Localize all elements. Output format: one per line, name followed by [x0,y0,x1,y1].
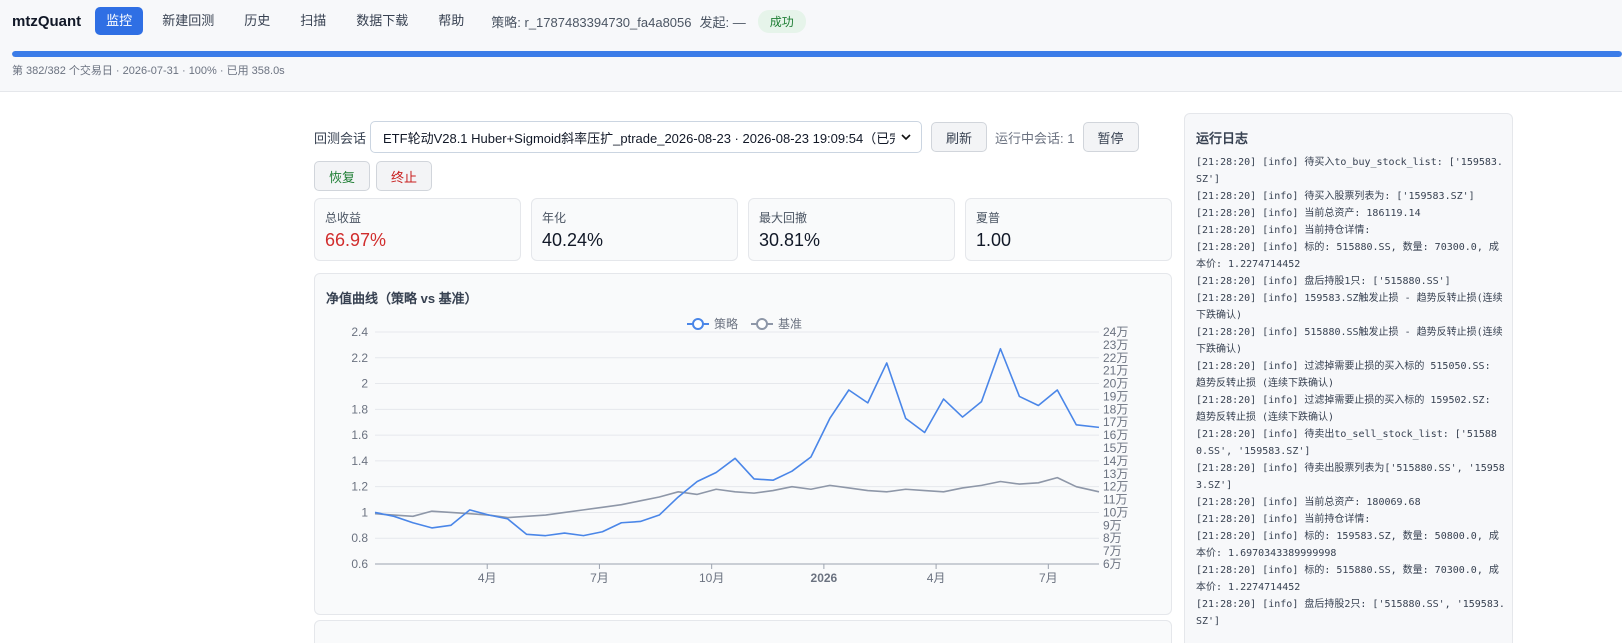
y-tick-label: 0.6 [351,557,368,571]
y-tick-label: 1 [361,505,368,519]
metric-value: 40.24% [542,230,604,250]
progress-text: 第 382/382 个交易日 · 2026-07-31 · 100% · 已用 … [12,65,285,77]
metric-total-return: 总收益 66.97% [314,198,521,261]
log-line: [21:28:20] [info] 标的: 515880.SS, 数量: 703… [1196,565,1499,593]
log-line: [21:28:20] [info] 过滤掉需要止损的买入标的 159502.SZ… [1196,395,1497,423]
metric-label: 年化 [542,211,567,225]
log-line: [21:28:20] [info] 当前持仓详情: [1196,514,1371,525]
launched-info: 发起: — [699,14,746,30]
log-line: [21:28:20] [info] 当前总资产: 186119.14 [1196,208,1421,219]
metric-label: 最大回撤 [759,211,808,225]
log-list[interactable]: [21:28:20] [info] 待买入to_buy_stock_list: … [1196,154,1506,630]
session-select[interactable]: ETF轮动V28.1 Huber+Sigmoid斜率压扩_ptrade_2026… [370,121,923,153]
progress-fill [12,51,1622,57]
y-tick-label: 1.4 [351,454,368,468]
series-line-strategy [374,347,1100,537]
y2-tick-label: 16万 [1103,428,1128,442]
y2-tick-label: 6万 [1103,557,1122,571]
y2-tick-label: 7万 [1103,544,1122,558]
progress-bar [12,51,1622,57]
nav-scan[interactable]: 扫描 [289,7,337,35]
log-line: [21:28:20] [info] 盘后持股1只: ['515880.SS'] [1196,276,1451,287]
y2-tick-label: 17万 [1103,415,1128,429]
legend-label: 基准 [778,317,802,331]
x-tick-label: 2026 [811,571,838,585]
x-tick-label: 7月 [1039,571,1058,585]
top-bar: mtzQuant 监控 新建回测 历史 扫描 数据下载 帮助 策略: r_178… [0,0,1622,92]
y2-tick-label: 8万 [1103,531,1122,545]
resume-button[interactable]: 恢复 [314,161,371,191]
y-tick-label: 1.2 [351,480,368,494]
stop-button[interactable]: 终止 [376,161,433,191]
log-line: [21:28:20] [info] 待卖出股票列表为['515880.SS', … [1196,463,1505,491]
y-tick-label: 2 [361,377,368,391]
log-line: [21:28:20] [info] 待买入股票列表为: ['159583.SZ'… [1196,191,1475,202]
nav-help[interactable]: 帮助 [427,7,475,35]
session-controls: 回测会话 ETF轮动V28.1 Huber+Sigmoid斜率压扩_ptrade… [314,121,1139,153]
nav-history[interactable]: 历史 [233,7,281,35]
refresh-button[interactable]: 刷新 [931,122,988,152]
metric-label: 总收益 [325,211,362,225]
metric-sharpe: 夏普 1.00 [965,198,1172,261]
y2-tick-label: 9万 [1103,518,1122,532]
log-line: [21:28:20] [info] 盘后持股2只: ['515880.SS', … [1196,599,1505,627]
pause-button[interactable]: 暂停 [1082,122,1139,152]
chevron-down-icon [901,134,911,141]
log-title: 运行日志 [1196,131,1249,146]
metric-max-drawdown: 最大回撤 30.81% [748,198,955,261]
running-sessions: 运行中会话: 1 [995,130,1075,146]
nav-new-backtest[interactable]: 新建回测 [151,7,225,35]
main-nav: mtzQuant 监控 新建回测 历史 扫描 数据下载 帮助 策略: r_178… [12,6,806,36]
strategy-id: 策略: r_1787483394730_fa4a8056 [491,14,692,30]
x-tick-label: 10月 [699,571,724,585]
log-line: [21:28:20] [info] 待买入to_buy_stock_list: … [1196,157,1503,185]
x-tick-label: 4月 [927,571,946,585]
metric-annualized: 年化 40.24% [531,198,738,261]
session-label: 回测会话 [314,130,367,146]
legend-label: 策略 [714,316,738,331]
brand-logo[interactable]: mtzQuant [12,13,81,30]
log-panel: 运行日志 [21:28:20] [info] 待买入to_buy_stock_l… [1184,113,1513,643]
y-tick-label: 0.8 [351,531,368,545]
y-tick-label: 2.4 [351,325,368,339]
log-line: [21:28:20] [info] 当前持仓详情: [1196,225,1371,236]
equity-chart-panel: 净值曲线（策略 vs 基准） 2.4 2.2 2 1.8 1.6 1.4 1.2 1 0.8 0.… [314,273,1172,615]
nav-monitor[interactable]: 监控 [95,7,144,35]
log-line: [21:28:20] [info] 当前总资产: 180069.68 [1196,497,1421,508]
y-tick-label: 2.2 [351,351,368,365]
log-line: [21:28:20] [info] 515880.SS触发止损 - 趋势反转止损… [1196,327,1503,355]
metric-value: 30.81% [759,230,821,250]
x-tick-label: 7月 [590,571,609,585]
log-line: [21:28:20] [info] 待卖出to_sell_stock_list:… [1196,429,1497,457]
legend-swatch-marker [692,318,704,330]
y-tick-label: 1.8 [351,402,368,416]
metric-value: 66.97% [325,230,387,250]
equity-chart[interactable]: 2.42.221.81.61.41.210.80.624万23万22万21万20… [315,274,1173,616]
nav-data-download[interactable]: 数据下载 [345,7,419,35]
metric-label: 夏普 [976,211,1001,225]
x-tick-label: 4月 [478,571,497,585]
status-badge: 成功 [757,9,806,33]
log-line: [21:28:20] [info] 标的: 159583.SZ, 数量: 508… [1196,531,1499,559]
y-tick-label: 1.6 [351,428,368,442]
session-select-value: ETF轮动V28.1 Huber+Sigmoid斜率压扩_ptrade_2026… [383,130,896,146]
metric-value: 1.00 [976,230,1012,250]
log-line: [21:28:20] [info] 159583.SZ触发止损 - 趋势反转止损… [1196,293,1503,321]
y2-tick-label: 18万 [1103,402,1128,416]
secondary-panel [314,620,1172,643]
log-line: [21:28:20] [info] 过滤掉需要止损的买入标的 515050.SS… [1196,361,1497,389]
log-line: [21:28:20] [info] 标的: 515880.SS, 数量: 703… [1196,242,1499,270]
legend-swatch-marker [756,318,768,330]
series-line-benchmark [374,476,1100,519]
